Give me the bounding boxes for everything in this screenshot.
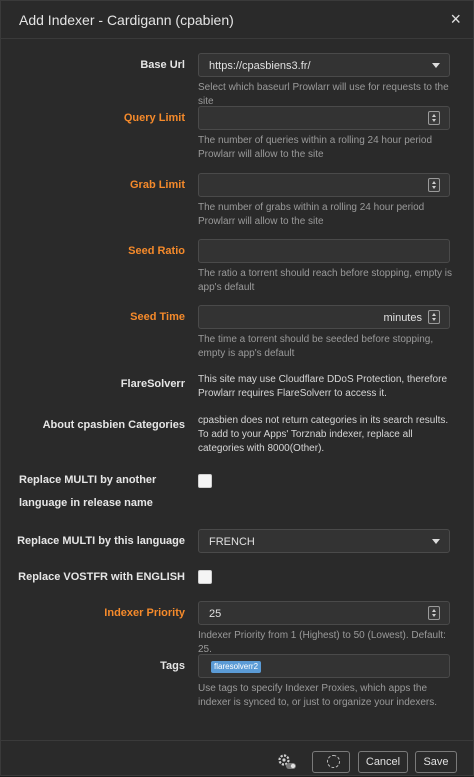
tag-chip[interactable]: flaresolverr2 bbox=[211, 661, 262, 673]
base-url-value: https://cpasbiens3.fr/ bbox=[209, 60, 311, 72]
seed-time-input[interactable]: minutes bbox=[198, 305, 450, 329]
chevron-down-icon bbox=[432, 539, 440, 544]
replace-multi-other-label: Replace MULTI by another language in rel… bbox=[19, 474, 157, 509]
tags-label: Tags bbox=[160, 660, 185, 672]
query-limit-input[interactable] bbox=[198, 106, 450, 130]
modal-title: Add Indexer - Cardigann (cpabien) bbox=[19, 12, 234, 28]
base-url-help: Select which baseurl Prowlarr will use f… bbox=[198, 82, 449, 107]
seed-ratio-label: Seed Ratio bbox=[128, 245, 185, 257]
seed-ratio-input[interactable] bbox=[198, 239, 450, 263]
number-stepper-icon[interactable] bbox=[428, 111, 440, 125]
replace-vostfr-label: Replace VOSTFR with ENGLISH bbox=[18, 571, 185, 583]
modal-footer: Cancel Save bbox=[1, 740, 473, 777]
about-categories-label: About cpasbien Categories bbox=[42, 419, 185, 431]
number-stepper-icon[interactable] bbox=[428, 178, 440, 192]
modal-body: Base Url https://cpasbiens3.fr/ Select w… bbox=[1, 39, 473, 739]
indexer-priority-value: 25 bbox=[209, 608, 222, 620]
indexer-priority-label: Indexer Priority bbox=[104, 607, 185, 619]
replace-multi-lang-label: Replace MULTI by this language bbox=[17, 535, 185, 547]
indexer-priority-input[interactable]: 25 bbox=[198, 601, 450, 625]
number-stepper-icon[interactable] bbox=[428, 310, 440, 324]
flaresolverr-label: FlareSolverr bbox=[120, 378, 185, 390]
about-categories-info: cpasbien does not return categories in i… bbox=[198, 415, 449, 454]
replace-vostfr-checkbox[interactable] bbox=[198, 570, 212, 584]
chevron-down-icon bbox=[432, 63, 440, 68]
grab-limit-input[interactable] bbox=[198, 173, 450, 197]
cancel-button[interactable]: Cancel bbox=[358, 751, 408, 773]
seed-time-help: The time a torrent should be seeded befo… bbox=[198, 334, 434, 359]
flaresolverr-info: This site may use Cloudflare DDoS Protec… bbox=[198, 374, 447, 399]
seed-time-label: Seed Time bbox=[130, 311, 185, 323]
seed-ratio-help: The ratio a torrent should reach before … bbox=[198, 268, 453, 293]
indexer-priority-help: Indexer Priority from 1 (Highest) to 50 … bbox=[198, 630, 446, 655]
query-limit-label: Query Limit bbox=[123, 112, 185, 124]
base-url-select[interactable]: https://cpasbiens3.fr/ bbox=[198, 53, 450, 77]
tags-help: Use tags to specify Indexer Proxies, whi… bbox=[198, 683, 438, 708]
tags-input[interactable]: flaresolverr2 bbox=[198, 654, 450, 678]
test-button[interactable] bbox=[312, 751, 350, 773]
seed-time-unit: minutes bbox=[383, 312, 422, 324]
replace-multi-lang-value: FRENCH bbox=[209, 536, 255, 548]
query-limit-help: The number of queries within a rolling 2… bbox=[198, 135, 433, 160]
gear-toggle-icon[interactable] bbox=[277, 752, 297, 772]
spinner-icon bbox=[327, 755, 340, 768]
grab-limit-label: Grab Limit bbox=[129, 179, 185, 191]
base-url-label: Base Url bbox=[140, 59, 185, 71]
number-stepper-icon[interactable] bbox=[428, 606, 440, 620]
modal-header: Add Indexer - Cardigann (cpabien) × bbox=[1, 1, 473, 39]
replace-multi-other-checkbox[interactable] bbox=[198, 474, 212, 488]
close-icon[interactable]: × bbox=[450, 9, 461, 30]
replace-multi-lang-select[interactable]: FRENCH bbox=[198, 529, 450, 553]
save-button[interactable]: Save bbox=[415, 751, 457, 773]
add-indexer-modal: Add Indexer - Cardigann (cpabien) × Base… bbox=[0, 0, 474, 776]
grab-limit-help: The number of grabs within a rolling 24 … bbox=[198, 202, 425, 227]
